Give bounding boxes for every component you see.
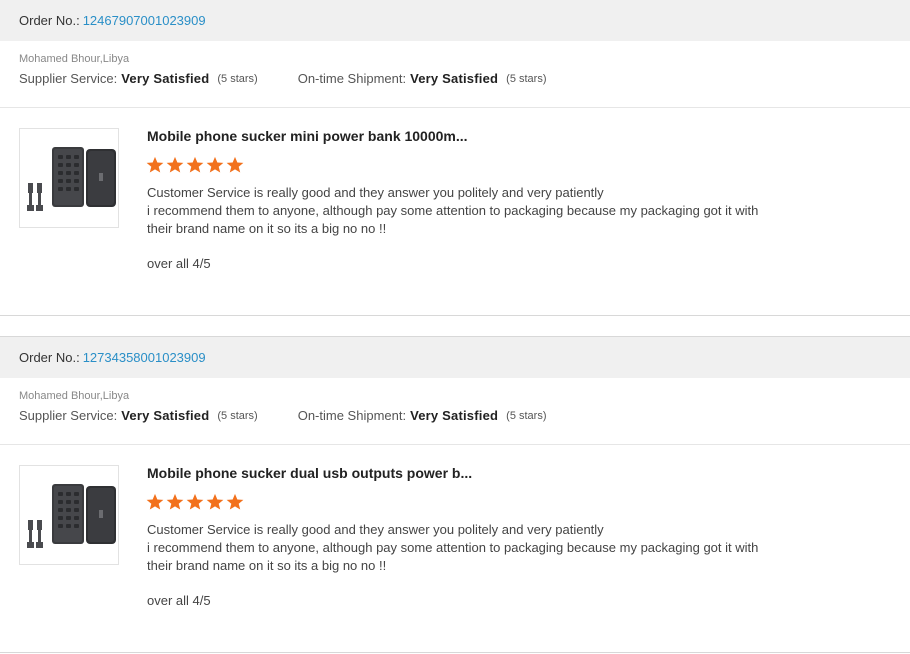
star-icon — [226, 156, 244, 173]
product-title-link[interactable]: Mobile phone sucker dual usb outputs pow… — [147, 465, 487, 481]
buyer-feedback: Mohamed Bhour,Libya Supplier Service: Ve… — [0, 41, 910, 108]
service-ratings: Supplier Service: Very Satisfied (5 star… — [19, 408, 910, 423]
star-icon — [146, 156, 164, 173]
shipment-stars: (5 stars) — [506, 72, 547, 85]
product-title-link[interactable]: Mobile phone sucker mini power bank 1000… — [147, 128, 487, 144]
shipment-rating: On-time Shipment: Very Satisfied (5 star… — [298, 71, 547, 86]
supplier-service-rating: Supplier Service: Very Satisfied (5 star… — [19, 408, 258, 423]
order-bar: Order No.: 12734358001023909 — [0, 337, 910, 378]
review-comment: Customer Service is really good and they… — [147, 521, 807, 575]
product-review: Mobile phone sucker mini power bank 1000… — [0, 108, 910, 315]
buyer-name: Mohamed Bhour,Libya — [19, 53, 130, 65]
supplier-service-stars: (5 stars) — [217, 409, 258, 422]
product-star-rating — [146, 493, 246, 511]
order-number-link[interactable]: 12734358001023909 — [83, 350, 206, 365]
comment-line: their brand name on it so its a big no n… — [147, 558, 387, 573]
comment-line: i recommend them to anyone, although pay… — [147, 203, 759, 218]
star-icon — [206, 156, 224, 173]
review-card: Order No.: 12467907001023909 Mohamed Bho… — [0, 0, 910, 316]
product-review: Mobile phone sucker dual usb outputs pow… — [0, 445, 910, 652]
order-number-link[interactable]: 12467907001023909 — [83, 13, 206, 28]
product-thumbnail[interactable] — [19, 128, 119, 228]
shipment-stars: (5 stars) — [506, 409, 547, 422]
star-icon — [166, 493, 184, 510]
order-bar: Order No.: 12467907001023909 — [0, 0, 910, 41]
overall-score: over all 4/5 — [147, 593, 211, 608]
comment-line: their brand name on it so its a big no n… — [147, 221, 387, 236]
supplier-service-label: Supplier Service: — [19, 71, 118, 86]
shipment-label: On-time Shipment: — [297, 408, 407, 423]
review-card: Order No.: 12734358001023909 Mohamed Bho… — [0, 336, 910, 653]
supplier-service-value: Very Satisfied — [121, 71, 210, 86]
shipment-label: On-time Shipment: — [297, 71, 407, 86]
power-bank-product-image — [27, 484, 116, 548]
comment-line: i recommend them to anyone, although pay… — [147, 540, 759, 555]
comment-line: Customer Service is really good and they… — [147, 522, 604, 537]
shipment-value: Very Satisfied — [410, 408, 499, 423]
review-comment: Customer Service is really good and they… — [147, 184, 807, 238]
power-bank-product-image — [27, 147, 116, 211]
comment-line: Customer Service is really good and they… — [147, 185, 604, 200]
supplier-service-stars: (5 stars) — [217, 72, 258, 85]
shipment-rating: On-time Shipment: Very Satisfied (5 star… — [298, 408, 547, 423]
star-icon — [186, 156, 204, 173]
supplier-service-label: Supplier Service: — [19, 408, 118, 423]
shipment-value: Very Satisfied — [410, 71, 499, 86]
star-icon — [206, 493, 224, 510]
star-icon — [186, 493, 204, 510]
buyer-name: Mohamed Bhour,Libya — [19, 390, 130, 402]
order-label: Order No.: — [19, 350, 80, 365]
supplier-service-value: Very Satisfied — [121, 408, 210, 423]
star-icon — [146, 493, 164, 510]
review-list: Order No.: 12467907001023909 Mohamed Bho… — [0, 0, 910, 653]
review-separator — [0, 316, 910, 336]
star-icon — [226, 493, 244, 510]
product-thumbnail[interactable] — [19, 465, 119, 565]
order-label: Order No.: — [19, 13, 80, 28]
overall-score: over all 4/5 — [147, 256, 211, 271]
buyer-feedback: Mohamed Bhour,Libya Supplier Service: Ve… — [0, 378, 910, 445]
product-star-rating — [146, 156, 246, 174]
service-ratings: Supplier Service: Very Satisfied (5 star… — [19, 71, 910, 86]
supplier-service-rating: Supplier Service: Very Satisfied (5 star… — [19, 71, 258, 86]
star-icon — [166, 156, 184, 173]
